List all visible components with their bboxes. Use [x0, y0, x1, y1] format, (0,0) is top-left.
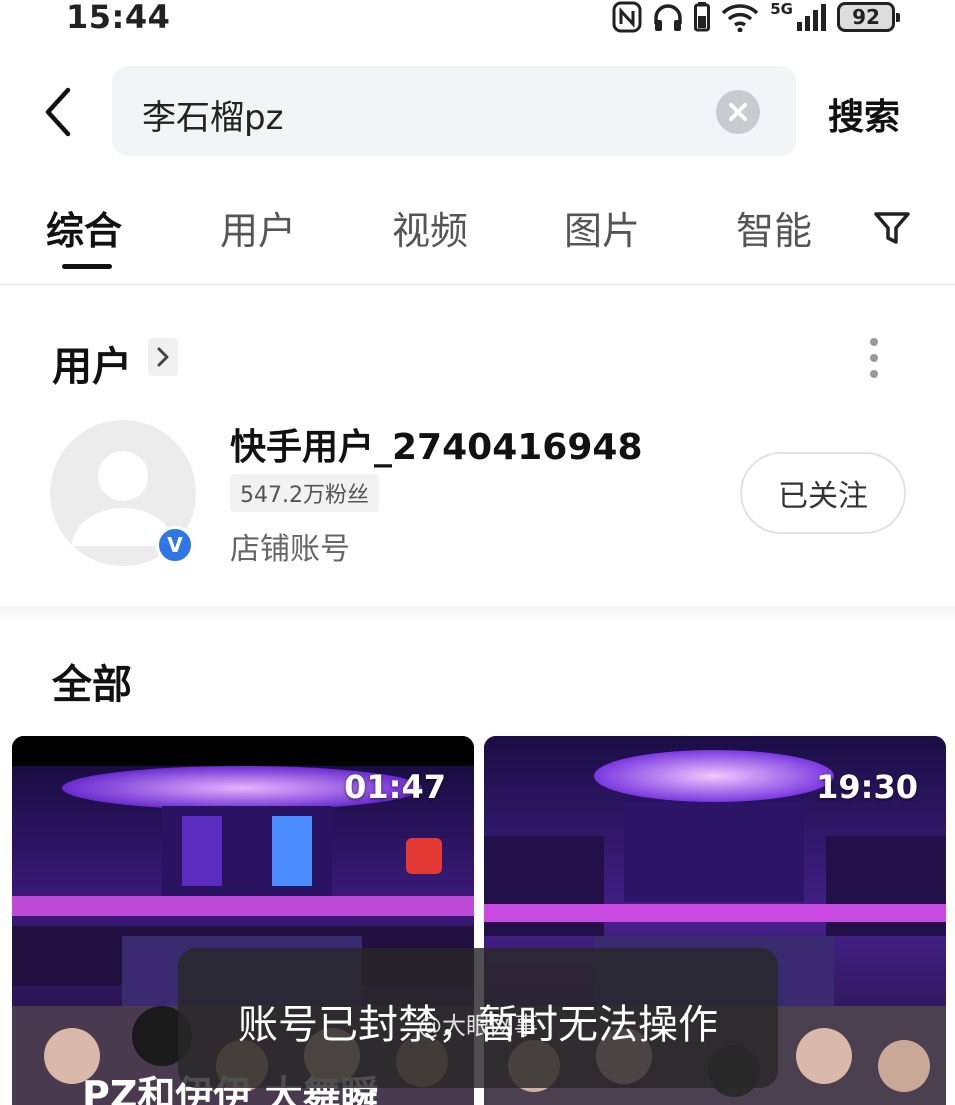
section-separator	[0, 606, 955, 620]
follow-button-label: 已关注	[778, 479, 868, 514]
chevron-right-icon[interactable]	[148, 338, 178, 376]
status-time: 15:44	[66, 0, 171, 36]
nfc-icon	[612, 1, 642, 33]
tab-comprehensive[interactable]: 综合	[46, 200, 122, 255]
headphones-icon	[654, 4, 682, 31]
wifi-icon	[722, 4, 759, 32]
more-options-icon[interactable]	[862, 336, 886, 380]
status-icons: 5G 92	[612, 0, 900, 34]
watermark: @大眼网事	[418, 1012, 538, 1040]
tab-users[interactable]: 用户	[220, 200, 296, 255]
tab-smart[interactable]: 智能	[736, 200, 812, 255]
tabs-divider	[0, 284, 955, 285]
verified-mark: V	[167, 533, 183, 557]
status-bar: 15:44 5G 92	[0, 0, 955, 44]
battery-icon: 92	[837, 2, 900, 32]
filter-icon[interactable]	[872, 208, 912, 248]
search-button[interactable]: 搜索	[828, 88, 900, 140]
video-duration: 01:47	[344, 768, 446, 806]
users-section-title[interactable]: 用户	[52, 334, 132, 392]
account-type-label: 店铺账号	[230, 532, 350, 567]
back-arrow-icon	[45, 87, 71, 137]
search-tabs: 综合 用户 视频 图片 智能	[0, 196, 955, 276]
battery-level: 92	[852, 5, 880, 29]
tab-images[interactable]: 图片	[564, 200, 640, 255]
back-button[interactable]	[36, 84, 84, 140]
verified-badge-icon: V	[156, 526, 194, 564]
follow-button[interactable]: 已关注	[740, 452, 906, 534]
cellular-signal-icon	[797, 4, 826, 31]
all-section-title: 全部	[52, 662, 132, 708]
video-duration: 19:30	[816, 768, 918, 806]
battery-small-icon	[694, 2, 711, 32]
clear-icon[interactable]	[716, 90, 760, 134]
active-tab-indicator	[62, 264, 112, 269]
follower-count: 547.2万粉丝	[230, 474, 379, 512]
network-type-label: 5G	[770, 0, 793, 18]
search-query[interactable]: 李石榴pz	[142, 90, 283, 139]
tab-videos[interactable]: 视频	[392, 200, 468, 255]
user-name[interactable]: 快手用户_2740416948	[230, 418, 643, 470]
search-input[interactable]: 李石榴pz	[112, 66, 796, 156]
